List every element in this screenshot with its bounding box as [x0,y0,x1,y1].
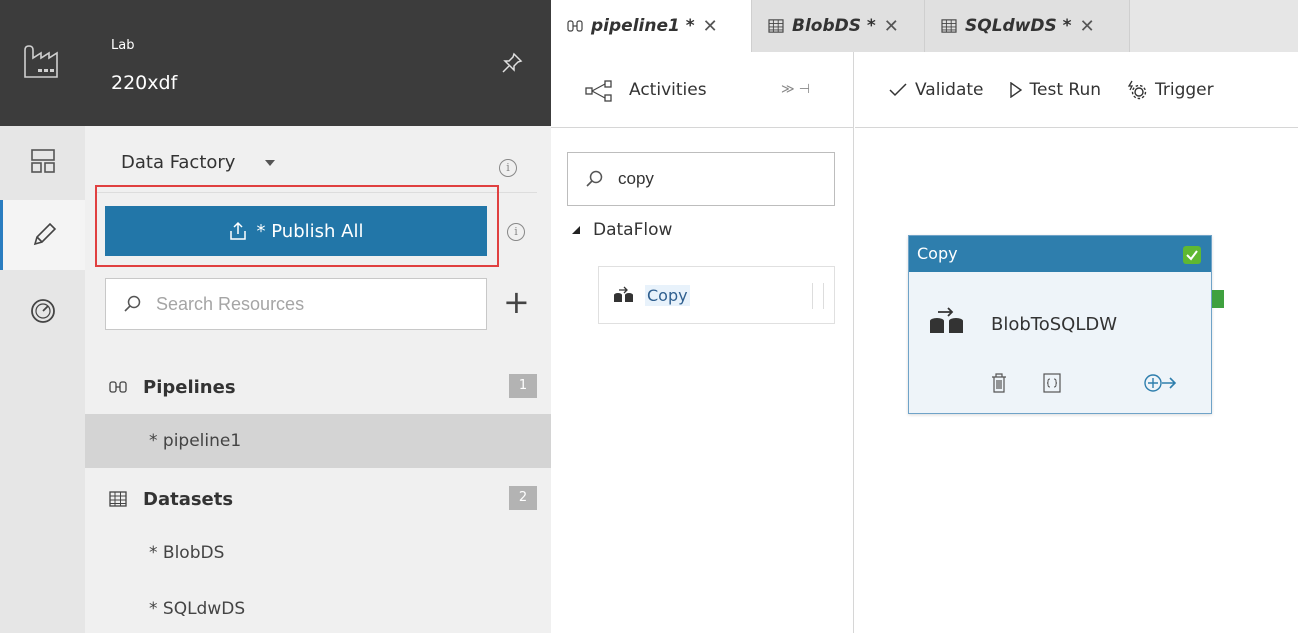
checkmark-icon [889,82,907,96]
upload-icon [229,221,246,240]
activities-pane: Activities ≫ ⊣ DataFlow Copy [551,52,854,633]
trigger-label: Trigger [1155,79,1214,100]
add-resource-button[interactable]: + [503,286,530,318]
copy-activity-icon [930,307,963,333]
chevron-down-icon[interactable] [265,160,275,166]
tab-label: pipeline1 * [591,16,695,36]
trigger-button[interactable]: Trigger [1127,80,1214,100]
search-resources-box[interactable] [105,278,487,330]
section-label: Pipelines [143,376,236,398]
tab-label: SQLdwDS * [965,16,1072,36]
validate-label: Validate [915,79,984,100]
section-datasets[interactable]: Datasets 2 [85,472,551,526]
factory-icon [24,45,58,78]
publish-all-label: * Publish All [256,220,364,242]
tab-blobds[interactable]: BlobDS * ✕ [752,0,925,52]
editor-tabs: pipeline1 * ✕ BlobDS * ✕ SQLdwDS * ✕ [551,0,1298,52]
activity-item-copy[interactable]: Copy [598,266,835,324]
count-badge: 2 [509,486,537,510]
node-header: Copy [909,236,1211,272]
copy-activity-node[interactable]: Copy BlobToSQLDW [908,235,1212,414]
table-icon [941,19,957,33]
resource-item-sqldwds[interactable]: * SQLdwDS [85,582,551,636]
activities-icon [585,80,612,102]
close-icon[interactable]: ✕ [703,16,718,37]
pin-icon[interactable] [501,52,523,74]
tab-label: BlobDS * [792,16,876,36]
close-icon[interactable]: ✕ [1080,16,1095,37]
section-label: Datasets [143,488,234,510]
info-icon[interactable]: i [507,223,525,241]
play-icon [1009,81,1022,98]
activities-title: Activities [629,80,707,100]
nav-author[interactable] [0,200,85,270]
nav-rail [0,126,85,633]
success-output-port[interactable] [1212,290,1224,308]
canvas-toolbar: Validate Test Run Trigger [855,52,1298,128]
table-icon [768,19,784,33]
resource-item-pipeline1[interactable]: * pipeline1 [85,414,551,468]
delete-icon[interactable] [991,373,1007,393]
count-badge: 1 [509,374,537,398]
activities-header: Activities ≫ ⊣ [551,52,854,128]
nav-monitor[interactable] [0,276,85,346]
node-type-label: Copy [917,244,958,263]
factory-logo-area [0,0,85,126]
validation-success-icon [1183,246,1201,264]
table-icon [109,491,127,507]
add-output-icon[interactable] [1143,373,1177,393]
header-subtitle: Lab [111,38,135,53]
trigger-gear-icon [1127,80,1147,99]
info-icon[interactable]: i [499,159,517,177]
activity-label: Copy [645,284,690,306]
copy-activity-icon [614,286,633,302]
factory-header: Lab 220xdf [85,0,551,126]
collapse-pane-button[interactable]: ≫ ⊣ [781,82,810,97]
gauge-icon [30,299,55,323]
section-pipelines[interactable]: Pipelines 1 [85,360,551,414]
search-icon [124,295,141,312]
expand-triangle-icon [572,226,580,234]
test-run-label: Test Run [1029,79,1101,100]
search-icon [586,170,603,187]
data-factory-dropdown[interactable]: Data Factory [121,152,235,173]
pipeline-icon [109,381,127,393]
code-icon[interactable] [1043,373,1061,393]
header-title: 220xdf [111,72,178,94]
pipeline-icon [567,20,583,32]
factory-resources-panel: Data Factory i * Publish All i + Pipelin… [85,126,551,633]
test-run-button[interactable]: Test Run [1009,79,1101,100]
resource-item-blobds[interactable]: * BlobDS [85,526,551,580]
close-icon[interactable]: ✕ [884,16,899,37]
validate-button[interactable]: Validate [889,80,984,100]
nav-overview[interactable] [0,126,85,196]
dashboard-icon [30,149,55,173]
tab-pipeline1[interactable]: pipeline1 * ✕ [551,0,752,52]
pipeline-canvas[interactable]: Validate Test Run Trigger Copy BlobToSQL… [855,52,1298,633]
drag-handle-icon[interactable] [812,283,824,309]
group-label: DataFlow [593,220,673,240]
pencil-icon [33,222,57,246]
activities-search-box[interactable] [567,152,835,206]
publish-all-button[interactable]: * Publish All [105,206,487,256]
node-name: BlobToSQLDW [991,314,1118,335]
activities-search-input[interactable] [618,169,818,189]
activity-group-dataflow[interactable]: DataFlow [571,220,672,240]
search-resources-input[interactable] [156,293,456,315]
tab-sqldwds[interactable]: SQLdwDS * ✕ [925,0,1130,52]
